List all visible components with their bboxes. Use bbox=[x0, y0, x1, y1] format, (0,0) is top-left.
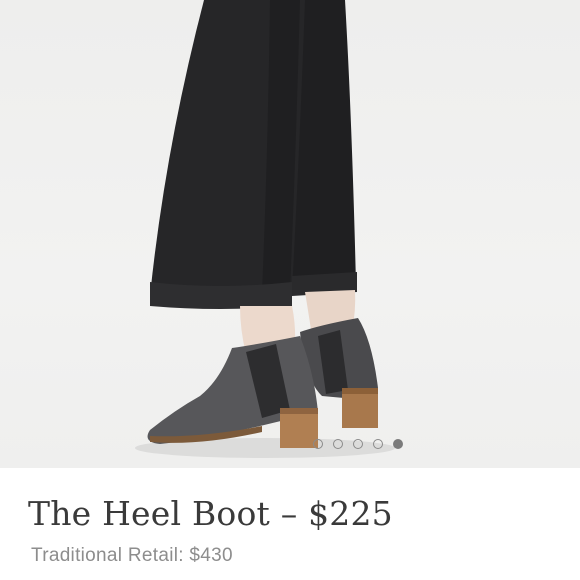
traditional-retail-price: Traditional Retail: $430 bbox=[31, 545, 233, 566]
carousel-dot-4[interactable] bbox=[373, 439, 383, 449]
carousel-dot-1[interactable] bbox=[313, 439, 323, 449]
front-hem bbox=[150, 282, 292, 309]
product-image[interactable] bbox=[0, 0, 580, 468]
carousel-dot-3[interactable] bbox=[353, 439, 363, 449]
carousel-dot-5-active[interactable] bbox=[393, 439, 403, 449]
product-title: The Heel Boot – $225 bbox=[28, 494, 393, 533]
carousel-indicators bbox=[313, 439, 403, 449]
product-photo bbox=[135, 0, 395, 458]
carousel-dot-2[interactable] bbox=[333, 439, 343, 449]
